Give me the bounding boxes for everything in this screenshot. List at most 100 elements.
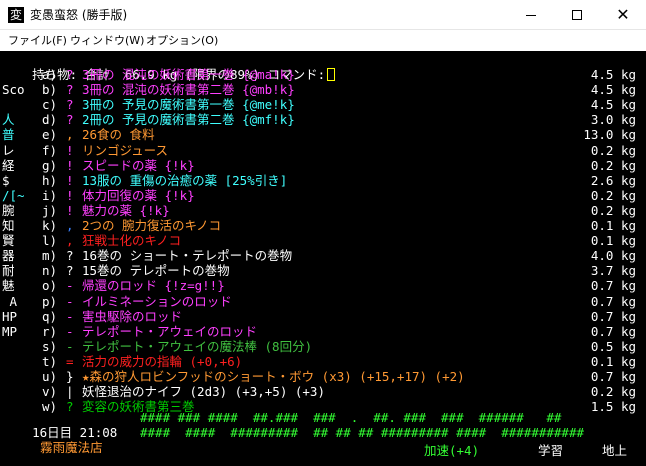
item-slot-letter: u) [42,369,58,384]
inventory-item[interactable]: q) - 害虫駆除のロッド 0.7 kg [0,309,646,324]
item-symbol: - [66,338,74,354]
item-symbol: ? [66,82,74,98]
item-name: 16巻の ショート・テレポートの巻物 [82,248,293,264]
inventory-item[interactable]: o) - 帰還のロッド {!z=g!!} 0.7 kg [0,278,646,293]
item-weight: 4.5 kg [590,97,636,113]
item-weight: 0.1 kg [590,233,636,249]
menu-options[interactable]: オプション(O) [146,33,218,49]
item-slot-letter: k) [42,218,58,233]
inventory-item[interactable]: b)? 3冊の 混沌の妖術書第二巻 {@mb!k} 4.5 kg [0,82,646,97]
item-slot-letter: i) [42,187,58,203]
item-weight: 4.0 kg [590,248,636,264]
inventory-item[interactable]: g)! スピードの薬 {!k} 0.2 kg [0,158,646,173]
inventory-item[interactable]: h)! 13服の 重傷の治癒の薬 [25%引き] 2.6 kg [0,173,646,188]
item-name: 魅力の薬 {!k} [82,202,170,218]
item-symbol: , [66,127,74,143]
item-symbol: , [66,233,74,249]
item-name: 狂戦士化のキノコ [82,233,182,249]
app-icon: 変 [8,7,24,23]
inventory-item[interactable]: a)? 3冊の 混沌の妖術書第一巻 {@ma!k} 4.5 kg [0,67,646,82]
item-weight: 0.2 kg [590,202,636,218]
item-name: 害虫駆除のロッド [82,308,183,324]
item-symbol: = [66,353,74,369]
item-name: スピードの薬 {!k} [82,157,195,173]
inventory-item[interactable]: k), 2つの 腕力復活のキノコ 0.1 kg [0,218,646,233]
item-name: 2つの 腕力復活のキノコ [82,218,222,233]
inventory-item[interactable]: l), 狂戦士化のキノコ 0.1 kg [0,233,646,248]
item-slot-letter: d) [42,112,58,128]
item-slot-letter: h) [42,172,58,188]
item-symbol: - [66,278,74,294]
depth-status: 地上 [602,443,628,458]
item-weight: 1.5 kg [590,399,636,415]
item-slot-letter: o) [42,278,58,294]
minimize-icon [526,14,536,16]
maximize-button[interactable] [554,0,600,30]
item-weight: 2.6 kg [590,172,636,188]
item-name: 15巻の テレポートの巻物 [82,263,230,279]
study-status: 学習 [538,443,564,458]
item-slot-letter: v) [42,384,58,400]
item-slot-letter: f) [42,142,58,158]
status-time: 16日目 21:08 [2,410,117,440]
inventory-item[interactable]: r) - テレポート・アウェイのロッド 0.7 kg [0,324,646,339]
item-slot-letter: n) [42,263,58,279]
item-slot-letter: p) [42,293,58,309]
location-name: 霧雨魔法店 [40,440,103,456]
item-slot-letter: g) [42,157,58,173]
item-symbol: ! [66,172,74,188]
title-bar: 変 変愚蛮怒 (勝手版) ✕ [0,0,646,30]
maximize-icon [572,10,582,20]
inventory-item[interactable]: i)! 体力回復の薬 {!k} 0.2 kg [0,188,646,203]
inventory-item[interactable]: s) - テレポート・アウェイの魔法棒 (8回分) 0.5 kg [0,339,646,354]
item-weight: 0.7 kg [590,278,636,294]
item-weight: 4.5 kg [590,67,636,82]
item-name: 帰還のロッド {!z=g!!} [82,278,225,294]
inventory-item[interactable]: e), 26食の 食料 13.0 kg [0,127,646,142]
item-weight: 0.1 kg [590,353,636,369]
inventory-item[interactable]: c)? 3冊の 予見の魔術書第一巻 {@me!k} 4.5 kg [0,97,646,112]
item-slot-letter: c) [42,97,58,113]
item-weight: 0.2 kg [590,157,636,173]
item-name: 活力の威力の指輪 (+0,+6) [82,353,243,369]
item-weight: 0.2 kg [590,142,636,158]
item-slot-letter: t) [42,353,58,369]
item-symbol: ? [66,97,74,113]
item-weight: 4.5 kg [590,82,636,98]
item-weight: 0.7 kg [590,369,636,384]
item-symbol: - [66,293,74,309]
item-weight: 0.7 kg [590,293,636,309]
item-name: 3冊の 混沌の妖術書第二巻 {@mb!k} [82,82,295,98]
inventory-item[interactable]: f)! リンゴジュース 0.2 kg [0,143,646,158]
inventory-item[interactable]: t) = 活力の威力の指輪 (+0,+6) 0.1 kg [0,354,646,369]
item-symbol: ? [66,248,74,264]
item-name: 2冊の 予見の魔術書第二巻 {@mf!k} [82,112,295,128]
menu-file[interactable]: ファイル(F) [8,33,67,49]
item-slot-letter: s) [42,338,58,354]
inventory-item[interactable]: m)? 16巻の ショート・テレポートの巻物 4.0 kg [0,248,646,263]
item-weight: 0.5 kg [590,338,636,354]
item-slot-letter: q) [42,308,58,324]
item-weight: 3.7 kg [590,263,636,279]
item-weight: 13.0 kg [583,127,636,143]
item-symbol: - [66,308,74,324]
item-symbol: ! [66,142,74,158]
map-row-2: #### #### ######### ## ## ## ######### #… [140,425,585,440]
inventory-item[interactable]: u)} ★森の狩人ロビンフッドのショート・ボウ (x3) (+15,+17) (+… [0,369,646,384]
item-slot-letter: l) [42,233,58,249]
menu-window[interactable]: ウィンドウ(W) [70,33,144,49]
item-symbol: ! [66,202,74,218]
inventory-item[interactable]: n)? 15巻の テレポートの巻物 3.7 kg [0,263,646,278]
inventory-item[interactable]: v) | 妖怪退治のナイフ (2d3) (+3,+5) (+3) 0.2 kg [0,384,646,399]
inventory-item[interactable]: d)? 2冊の 予見の魔術書第二巻 {@mf!k} 3.0 kg [0,112,646,127]
inventory-item[interactable]: p) - イルミネーションのロッド 0.7 kg [0,294,646,309]
item-slot-letter: m) [42,248,58,264]
minimize-button[interactable] [508,0,554,30]
game-terminal[interactable]: 持ち物: 合計 66.9 kg (限界の89%) コマンド: Sco 人普レ経 $ /… [0,51,646,466]
inventory-item[interactable]: j)! 魅力の薬 {!k} 0.2 kg [0,203,646,218]
item-weight: 0.7 kg [590,323,636,339]
item-slot-letter: r) [42,323,58,339]
close-button[interactable]: ✕ [600,0,646,30]
item-name: テレポート・アウェイの魔法棒 (8回分) [82,338,313,354]
item-name: 26食の 食料 [82,127,155,143]
